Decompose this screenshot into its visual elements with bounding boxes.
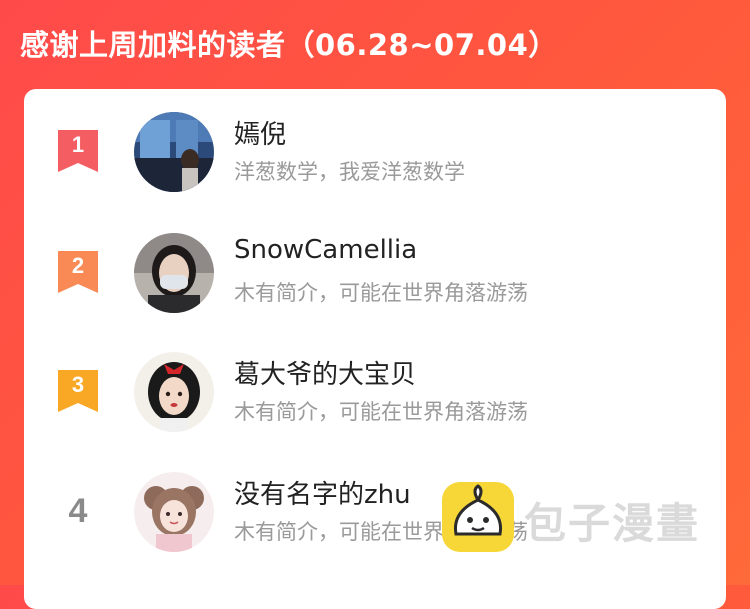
rank-badge-icon: 3 [58, 370, 98, 416]
rank-number: 1 [71, 132, 85, 157]
reader-name[interactable]: 葛大爷的大宝贝 [234, 354, 416, 391]
rank-number: 2 [71, 253, 85, 278]
watermark-text: 包子漫畫 [524, 499, 701, 548]
reader-bio: 洋葱数学，我爱洋葱数学 [234, 160, 465, 184]
reader-name[interactable]: 没有名字的zhu [234, 474, 411, 511]
rank-badge-icon: 2 [58, 251, 98, 297]
list-item[interactable]: 3 葛大爷的大宝贝 木有简介，可能在世界角落游荡 [24, 352, 726, 452]
rank-badge-icon: 1 [58, 130, 98, 176]
reader-name[interactable]: 嫣倪 [234, 114, 286, 151]
reader-bio: 木有简介，可能在世界角落游荡 [234, 400, 528, 424]
reader-bio: 木有简介，可能在世界角落游荡 [234, 281, 528, 305]
avatar[interactable] [134, 112, 214, 192]
watermark: 包子漫畫 [442, 482, 732, 552]
page-title: 感谢上周加料的读者（06.28~07.04） [20, 28, 558, 62]
avatar[interactable] [134, 352, 214, 432]
reader-name[interactable]: SnowCamellia [234, 235, 417, 265]
avatar[interactable] [134, 233, 214, 313]
rank-number: 3 [71, 372, 85, 397]
list-item[interactable]: 2 SnowCamellia 木有简介，可能在世界角落游荡 [24, 233, 726, 333]
avatar[interactable] [134, 472, 214, 552]
baozi-logo-icon [442, 482, 514, 552]
rank-number: 4 [68, 492, 88, 530]
list-item[interactable]: 1 嫣倪 洋葱数学，我爱洋葱数学 [24, 112, 726, 212]
